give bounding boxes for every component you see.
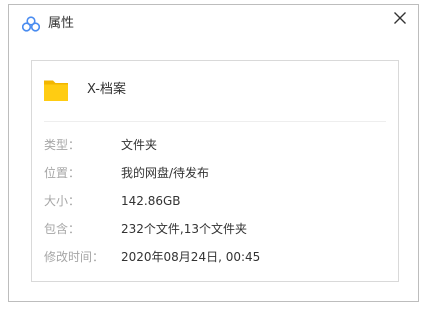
property-value: 232个文件,13个文件夹 xyxy=(121,222,247,236)
property-value: 文件夹 xyxy=(121,138,158,152)
property-value: 我的网盘/待发布 xyxy=(121,166,210,180)
property-row-location: 位置： 我的网盘/待发布 xyxy=(32,164,398,182)
properties-panel: X-档案 类型： 文件夹 位置： 我的网盘/待发布 大小： 142.86GB 包… xyxy=(31,60,399,282)
window-title: 属性 xyxy=(48,16,75,31)
title-bar: 属性 xyxy=(9,5,418,41)
property-row-modified: 修改时间： 2020年08月24日, 00:45 xyxy=(32,248,398,266)
property-label: 类型： xyxy=(44,138,81,152)
property-row-size: 大小： 142.86GB xyxy=(32,192,398,210)
property-value: 2020年08月24日, 00:45 xyxy=(121,250,261,264)
property-row-type: 类型： 文件夹 xyxy=(32,136,398,154)
properties-dialog: 属性 X-档案 类型： 文件夹 位置： 我的网盘/待发布 大小： 142.86G… xyxy=(8,4,419,302)
property-label: 位置： xyxy=(44,166,81,180)
cloud-logo-icon xyxy=(22,16,40,32)
close-icon[interactable] xyxy=(392,10,408,26)
property-row-contains: 包含： 232个文件,13个文件夹 xyxy=(32,220,398,238)
property-label: 包含： xyxy=(44,222,81,236)
folder-icon xyxy=(44,80,68,101)
file-name: X-档案 xyxy=(87,82,126,97)
property-value: 142.86GB xyxy=(121,194,181,208)
property-label: 修改时间： xyxy=(44,250,105,264)
property-label: 大小： xyxy=(44,194,81,208)
divider xyxy=(44,121,386,122)
